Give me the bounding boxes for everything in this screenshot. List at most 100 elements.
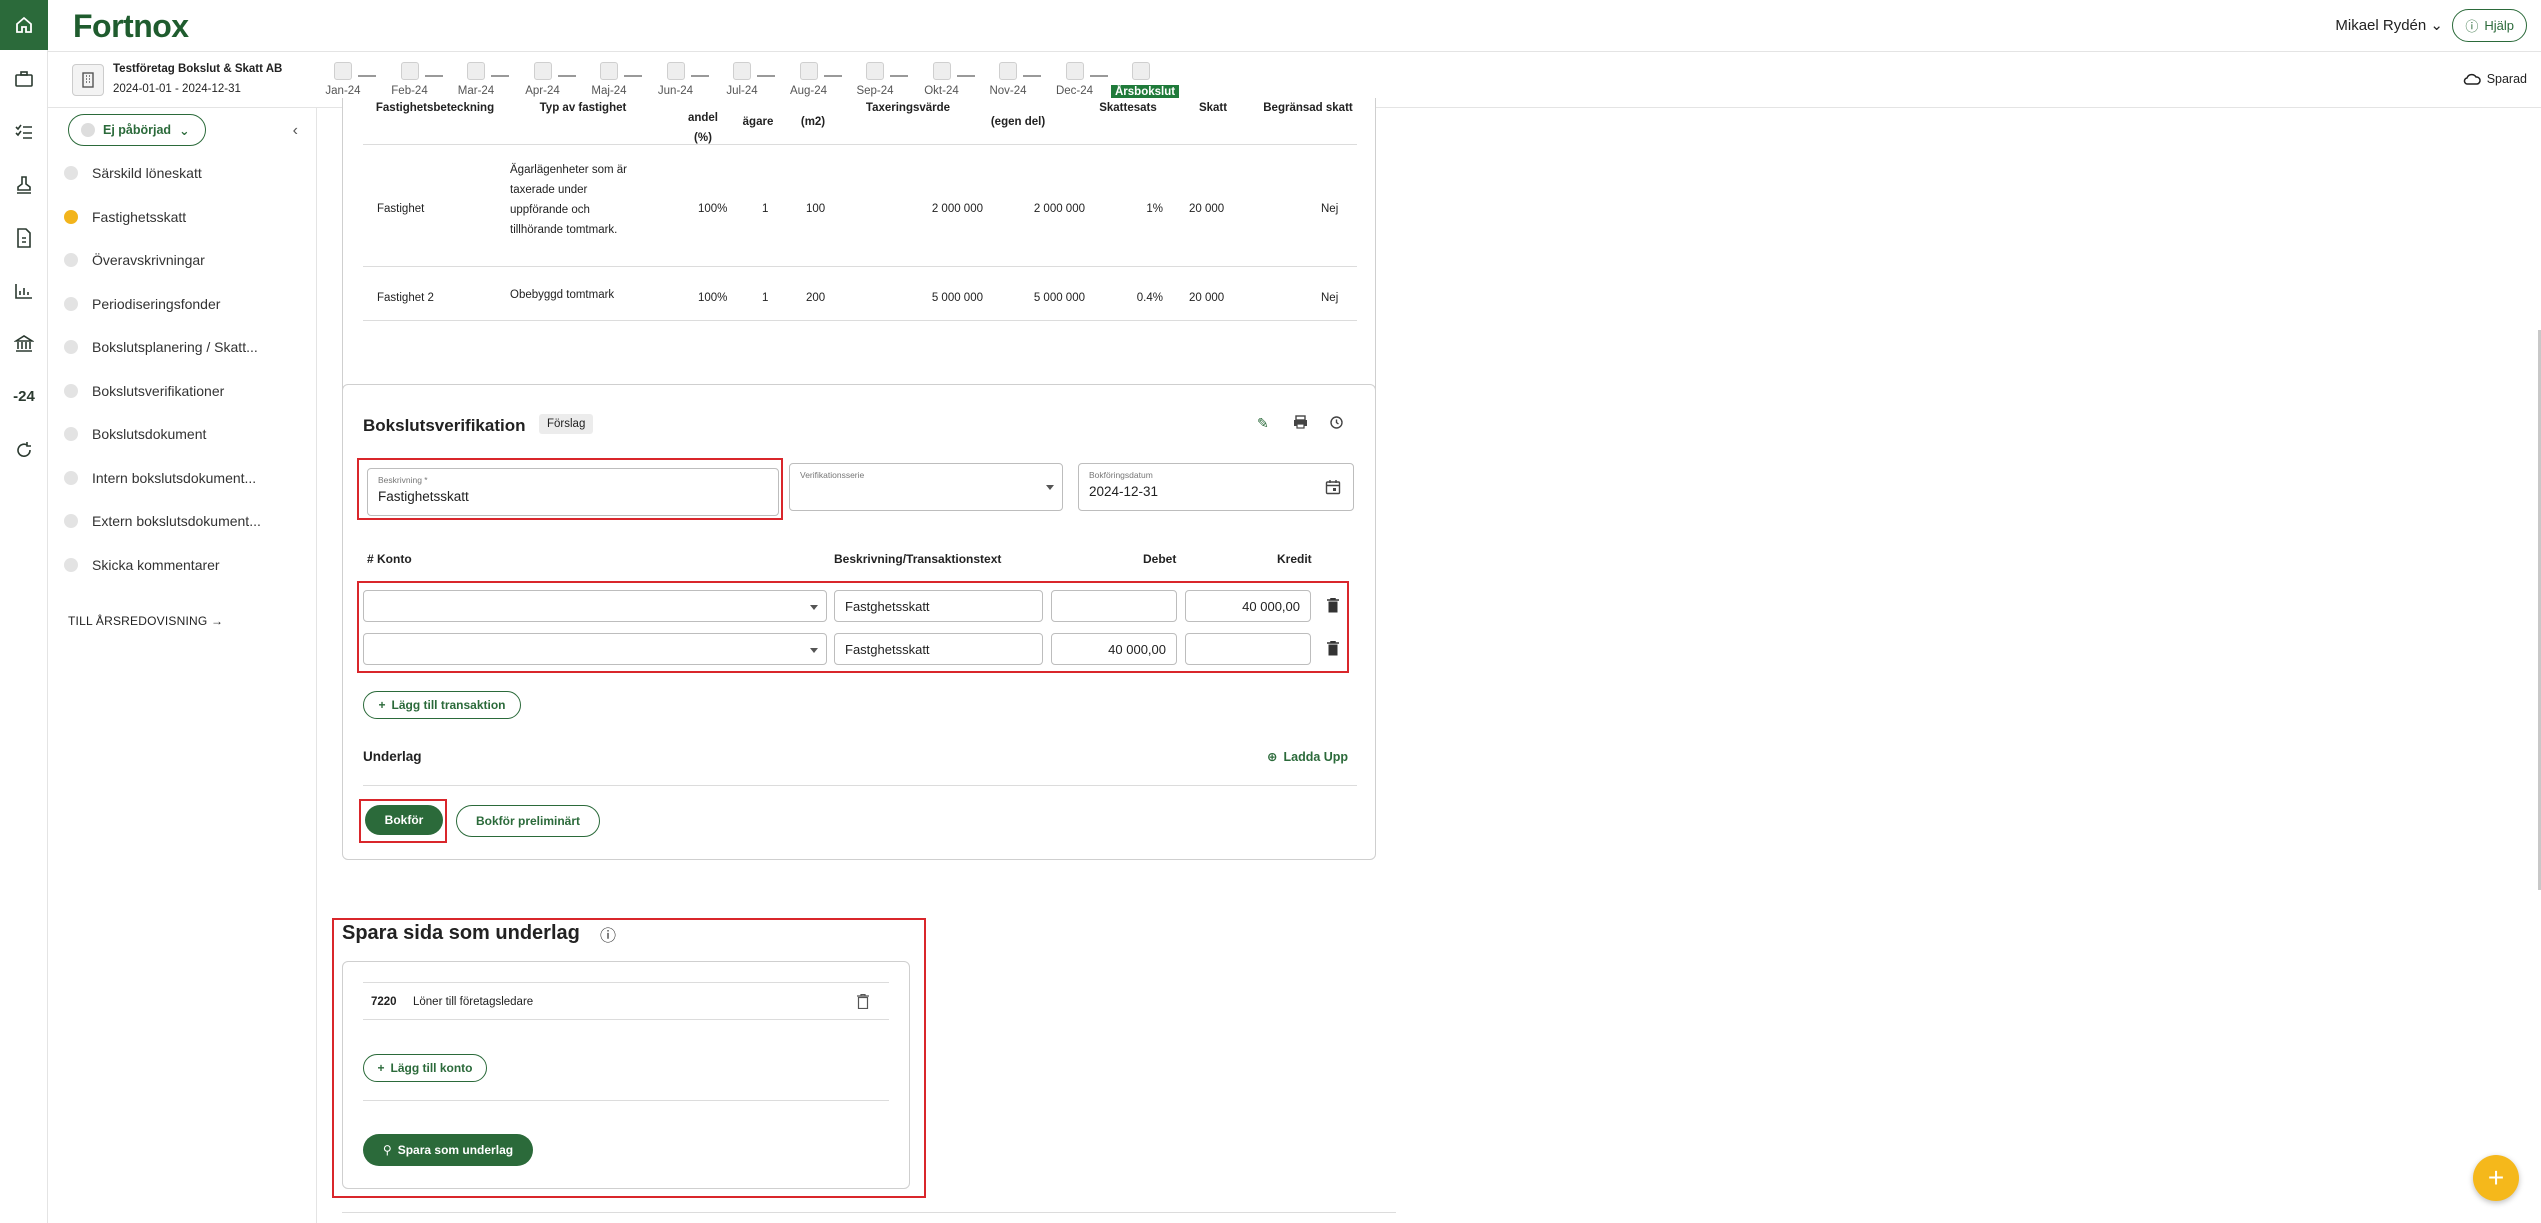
- timeline-connector: [1023, 75, 1041, 77]
- stamp-icon[interactable]: [0, 158, 48, 211]
- month-step[interactable]: Aug-24: [779, 60, 839, 97]
- status-dot-icon: [64, 253, 78, 267]
- history-icon[interactable]: [1329, 415, 1344, 433]
- nav-item-label: Skicka kommentarer: [92, 556, 220, 573]
- series-select[interactable]: Verifikationsserie: [789, 463, 1063, 511]
- refresh-icon[interactable]: [0, 423, 48, 476]
- timeline-connector: [491, 75, 509, 77]
- nav-item[interactable]: Särskild löneskatt: [64, 162, 202, 184]
- month-label: Aug-24: [789, 85, 828, 97]
- calendar-icon[interactable]: [1325, 479, 1341, 495]
- nav-item-label: Fastighetsskatt: [92, 208, 187, 225]
- chevron-down-icon: ⌄: [2430, 17, 2443, 34]
- month-step[interactable]: Jun-24: [646, 60, 706, 97]
- year-badge[interactable]: -24: [0, 370, 48, 423]
- month-step[interactable]: Jan-24: [313, 60, 373, 97]
- nav-item[interactable]: Bokslutsplanering / Skatt...: [64, 336, 258, 358]
- nav-item-label: Överavskrivningar: [92, 252, 205, 268]
- status-dot-icon: [64, 514, 78, 528]
- month-step[interactable]: Okt-24: [912, 60, 972, 97]
- month-step[interactable]: Feb-24: [380, 60, 440, 97]
- fab-add-button[interactable]: +: [2473, 1155, 2519, 1201]
- col-text: Beskrivning/Transaktionstext: [834, 552, 1002, 566]
- month-step[interactable]: Apr-24: [513, 60, 573, 97]
- nav-item[interactable]: Överavskrivningar: [64, 249, 205, 271]
- month-step[interactable]: Maj-24: [579, 60, 639, 97]
- briefcase-icon[interactable]: [0, 52, 48, 105]
- timeline-connector: [557, 75, 576, 77]
- th-limited: Begränsad skatt: [1263, 102, 1353, 114]
- nav-item[interactable]: Extern bokslutsdokument...: [64, 510, 261, 532]
- status-dropdown[interactable]: Ej påbörjad ⌄: [68, 114, 206, 146]
- bank-icon[interactable]: [0, 317, 48, 370]
- bar-chart-icon[interactable]: [0, 264, 48, 317]
- company-name: Testföretag Bokslut & Skatt AB: [113, 63, 283, 75]
- cell-share: 100%: [698, 292, 728, 304]
- month-step[interactable]: Nov-24: [978, 60, 1038, 97]
- cell-value: 2 000 000: [931, 203, 983, 215]
- nav-item[interactable]: Skicka kommentarer: [64, 554, 220, 576]
- col-debet: Debet: [1143, 552, 1177, 566]
- lock-icon: [467, 62, 485, 80]
- lock-icon: [932, 62, 951, 80]
- divider: [363, 266, 1357, 267]
- upload-label: Ladda Upp: [1283, 749, 1349, 764]
- month-step[interactable]: Årsbokslut: [1111, 60, 1180, 100]
- checklist-icon[interactable]: [0, 105, 48, 158]
- month-label: Apr-24: [525, 85, 560, 97]
- divider: [363, 785, 1357, 786]
- month-step[interactable]: Dec-24: [1045, 60, 1105, 97]
- nav-item[interactable]: Periodiseringsfonder: [64, 293, 220, 315]
- verification-title: Bokslutsverifikation: [363, 416, 526, 435]
- timeline-connector: [823, 75, 842, 77]
- nav-item-label: Intern bokslutsdokument...: [92, 469, 257, 486]
- print-icon[interactable]: [1293, 415, 1308, 432]
- cell-limited: Nej: [1321, 292, 1339, 304]
- divider: [342, 1212, 1396, 1213]
- cell-area: 200: [806, 292, 826, 304]
- nav-item[interactable]: Fastighetsskatt: [64, 206, 186, 228]
- th-own: (egen del): [990, 116, 1046, 128]
- month-step[interactable]: Mar-24: [446, 60, 506, 97]
- fortnox-logo[interactable]: Fortnox: [73, 8, 189, 45]
- nav-item[interactable]: Intern bokslutsdokument...: [64, 467, 256, 489]
- add-transaction-button[interactable]: + Lägg till transaktion: [363, 691, 521, 719]
- cell-type: Ägarlägenheter som är taxerade under upp…: [510, 164, 627, 236]
- cell-share: 100%: [698, 203, 728, 215]
- book-preliminary-button[interactable]: Bokför preliminärt: [456, 805, 600, 837]
- cell-owners: 1: [762, 292, 769, 304]
- lock-icon: [666, 62, 685, 80]
- upload-button[interactable]: ⊕ Ladda Upp: [1267, 749, 1349, 765]
- month-step[interactable]: Sep-24: [845, 60, 905, 97]
- month-step[interactable]: Jul-24: [712, 60, 772, 97]
- cell-type: Obebyggd tomtmark: [510, 289, 615, 301]
- cell-limited: Nej: [1321, 203, 1339, 215]
- nav-item[interactable]: Bokslutsverifikationer: [64, 380, 224, 402]
- cell-own: 2 000 000: [1033, 203, 1085, 215]
- nav-item-label: Periodiseringsfonder: [92, 295, 221, 312]
- user-menu[interactable]: Mikael Rydén ⌄: [2335, 16, 2443, 34]
- document-icon[interactable]: [0, 211, 48, 264]
- help-button[interactable]: ⓘ Hjälp: [2452, 9, 2527, 42]
- home-icon[interactable]: [0, 0, 48, 50]
- plus-circle-icon: ⊕: [1267, 750, 1278, 764]
- highlight-box: [357, 581, 1349, 673]
- month-label: Jun-24: [657, 85, 694, 97]
- lock-icon: [1065, 62, 1084, 80]
- to-annual-report-link[interactable]: TILL ÅRSREDOVISNING →: [68, 614, 223, 628]
- lock-icon: [999, 62, 1017, 80]
- date-field[interactable]: Bokföringsdatum 2024-12-31: [1078, 463, 1354, 511]
- collapse-chevron-icon[interactable]: ‹: [293, 122, 298, 140]
- nav-item-label: Bokslutsdokument: [92, 426, 207, 442]
- th-name: Fastighetsbeteckning: [375, 102, 495, 114]
- nav-item[interactable]: Bokslutsdokument: [64, 423, 206, 445]
- status-dot-icon: [64, 557, 78, 572]
- month-label: Maj-24: [591, 85, 627, 97]
- saved-label: Sparad: [2486, 72, 2527, 86]
- month-label: Jul-24: [726, 85, 758, 97]
- month-label: Okt-24: [924, 85, 959, 97]
- timeline-connector: [624, 75, 642, 77]
- th-tax: Skatt: [1198, 102, 1228, 114]
- underlag-heading: Underlag: [363, 749, 422, 764]
- edit-pencil-icon[interactable]: ✎: [1257, 415, 1269, 432]
